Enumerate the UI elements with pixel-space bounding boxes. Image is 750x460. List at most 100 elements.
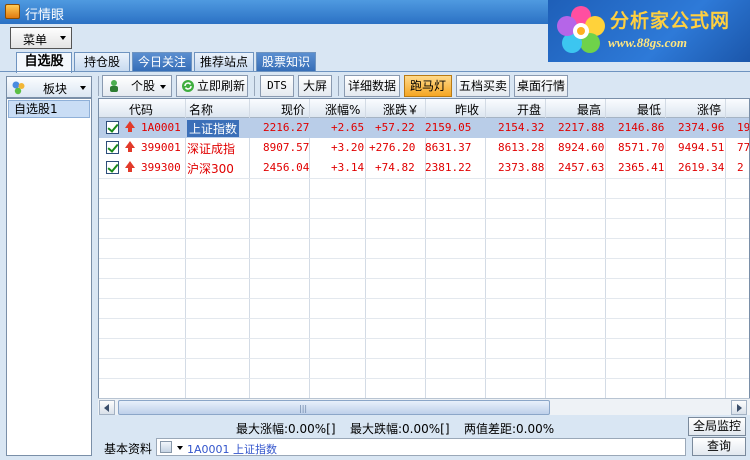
tab-recommended-sites[interactable]: 推荐站点 bbox=[194, 52, 254, 72]
cell-open: 2373.88 bbox=[498, 161, 545, 174]
tab-today-focus[interactable]: 今日关注 bbox=[132, 52, 192, 72]
stock-dropdown-label: 个股 bbox=[131, 79, 156, 93]
refresh-button[interactable]: 立即刷新 bbox=[176, 75, 248, 97]
table-row[interactable]: 399001 深证成指 8907.57 +3.20 +276.20 8631.3… bbox=[99, 138, 749, 158]
cell-limit: 2619.34 bbox=[678, 161, 725, 174]
tab-stock-knowledge[interactable]: 股票知识 bbox=[256, 52, 316, 72]
column-header[interactable]: 最低 bbox=[637, 101, 661, 118]
cell-change: +276.20 bbox=[369, 141, 416, 154]
big-screen-button[interactable]: 大屏 bbox=[298, 75, 332, 97]
column-header[interactable]: 最高 bbox=[577, 101, 601, 118]
scroll-left-button[interactable] bbox=[99, 400, 115, 415]
grid-line bbox=[99, 218, 749, 219]
cell-pct: +2.65 bbox=[331, 121, 365, 134]
column-header[interactable]: 开盘 bbox=[517, 101, 541, 118]
column-header[interactable]: 涨停 bbox=[697, 101, 721, 118]
horizontal-scrollbar[interactable]: ||| bbox=[98, 398, 750, 415]
tab-favorites[interactable]: 自选股 bbox=[16, 52, 72, 73]
board-icon bbox=[12, 81, 25, 95]
cell-price: 2456.04 bbox=[263, 161, 310, 174]
grid-line bbox=[99, 298, 749, 299]
scroll-thumb[interactable]: ||| bbox=[118, 400, 550, 415]
dts-button[interactable]: DTS bbox=[260, 75, 294, 97]
column-header[interactable]: 代码 bbox=[129, 101, 153, 118]
column-header[interactable]: 名称 bbox=[189, 101, 213, 118]
row-checkbox[interactable] bbox=[106, 161, 119, 174]
up-arrow-icon bbox=[125, 141, 135, 152]
cell-open: 2154.32 bbox=[498, 121, 545, 134]
grid-line bbox=[99, 278, 749, 279]
up-arrow-icon bbox=[125, 121, 135, 132]
row-checkbox[interactable] bbox=[106, 141, 119, 154]
column-header[interactable]: 涨幅% bbox=[325, 101, 360, 118]
refresh-icon bbox=[182, 80, 194, 92]
cell-high: 2457.63 bbox=[558, 161, 605, 174]
grid-line bbox=[99, 198, 749, 199]
query-button[interactable]: 查询 bbox=[692, 437, 746, 456]
column-header[interactable]: 涨跌￥ bbox=[383, 101, 419, 118]
marquee-button[interactable]: 跑马灯 bbox=[404, 75, 452, 97]
cell-extra: 2 bbox=[737, 161, 744, 174]
tab-divider bbox=[0, 71, 750, 72]
board-label: 板块 bbox=[43, 82, 68, 96]
brand-banner[interactable]: 分析家公式网 www.88gs.com bbox=[548, 0, 750, 62]
cell-pct: +3.20 bbox=[331, 141, 365, 154]
group-item[interactable]: 自选股1 bbox=[8, 100, 90, 118]
board-dropdown[interactable]: 板块 bbox=[6, 76, 92, 98]
quick-search-value: 1A0001 上证指数 bbox=[187, 443, 278, 456]
cell-extra: 19 bbox=[737, 121, 750, 134]
stock-dropdown[interactable]: 个股 bbox=[102, 75, 172, 97]
scroll-right-button[interactable] bbox=[731, 400, 747, 415]
cell-pct: +3.14 bbox=[331, 161, 365, 174]
toolbar: 个股 立即刷新 DTS 大屏 详细数据 跑马灯 五档买卖 桌面行情 bbox=[98, 74, 750, 98]
table-row[interactable]: 1A0001 上证指数 2216.27 +2.65 +57.22 2159.05… bbox=[99, 118, 750, 138]
cell-low: 2146.86 bbox=[618, 121, 665, 134]
cell-code: 399300 bbox=[141, 161, 181, 174]
column-header[interactable]: 现价 bbox=[281, 101, 305, 118]
max-fall-text: 最大跌幅:0.00%[] bbox=[350, 422, 450, 436]
max-rise-text: 最大涨幅:0.00%[] bbox=[236, 422, 336, 436]
cell-prev-close: 2381.22 bbox=[425, 161, 472, 174]
bottom-bar: 基本资料 1A0001 上证指数 查询 bbox=[98, 437, 750, 457]
chevron-down-icon bbox=[80, 86, 86, 90]
chevron-down-icon bbox=[60, 36, 66, 40]
menu-button[interactable]: 菜单 bbox=[10, 27, 72, 49]
group-list: 自选股1 bbox=[6, 98, 92, 456]
stock-icon bbox=[110, 80, 118, 92]
cell-change: +74.82 bbox=[375, 161, 415, 174]
cell-limit: 2374.96 bbox=[678, 121, 725, 134]
cell-high: 8924.60 bbox=[558, 141, 605, 154]
global-monitor-button[interactable]: 全局监控 bbox=[688, 417, 746, 436]
cell-prev-close: 2159.05 bbox=[425, 121, 472, 134]
cell-code: 399001 bbox=[141, 141, 181, 154]
row-checkbox[interactable] bbox=[106, 121, 119, 134]
five-levels-button[interactable]: 五档买卖 bbox=[456, 75, 510, 97]
toolbar-separator bbox=[98, 76, 99, 96]
cell-open: 8613.28 bbox=[498, 141, 545, 154]
column-header[interactable]: 昨收 bbox=[455, 101, 479, 118]
detail-data-button[interactable]: 详细数据 bbox=[344, 75, 400, 97]
cell-change: +57.22 bbox=[375, 121, 415, 134]
up-arrow-icon bbox=[125, 161, 135, 172]
cell-name: 深证成指 bbox=[187, 142, 236, 156]
chevron-down-icon[interactable] bbox=[177, 446, 183, 450]
desktop-quotes-button[interactable]: 桌面行情 bbox=[514, 75, 568, 97]
grid-line bbox=[99, 258, 749, 259]
table-row[interactable]: 399300 沪深300 2456.04 +3.14 +74.82 2381.2… bbox=[99, 158, 749, 178]
tab-holdings[interactable]: 持仓股 bbox=[74, 52, 130, 72]
arrow-left-icon bbox=[104, 404, 109, 412]
arrow-right-icon bbox=[737, 404, 742, 412]
flower-logo-icon bbox=[557, 6, 605, 53]
quick-search-field[interactable]: 1A0001 上证指数 bbox=[156, 438, 686, 456]
cell-high: 2217.88 bbox=[558, 121, 605, 134]
cell-low: 2365.41 bbox=[618, 161, 665, 174]
grid-line bbox=[99, 178, 749, 179]
left-panel: 板块 自选股1 bbox=[4, 74, 92, 456]
toolbar-separator bbox=[254, 76, 255, 96]
quotes-table: 代码 名称 现价 涨幅% 涨跌￥ 昨收 开盘 最高 最低 涨停 1A0001 上… bbox=[98, 98, 750, 415]
cell-prev-close: 8631.37 bbox=[425, 141, 472, 154]
menu-label: 菜单 bbox=[23, 33, 48, 47]
toolbar-separator bbox=[338, 76, 339, 96]
menu-bar: 菜单 bbox=[0, 24, 548, 52]
brand-url[interactable]: www.88gs.com bbox=[608, 35, 687, 51]
